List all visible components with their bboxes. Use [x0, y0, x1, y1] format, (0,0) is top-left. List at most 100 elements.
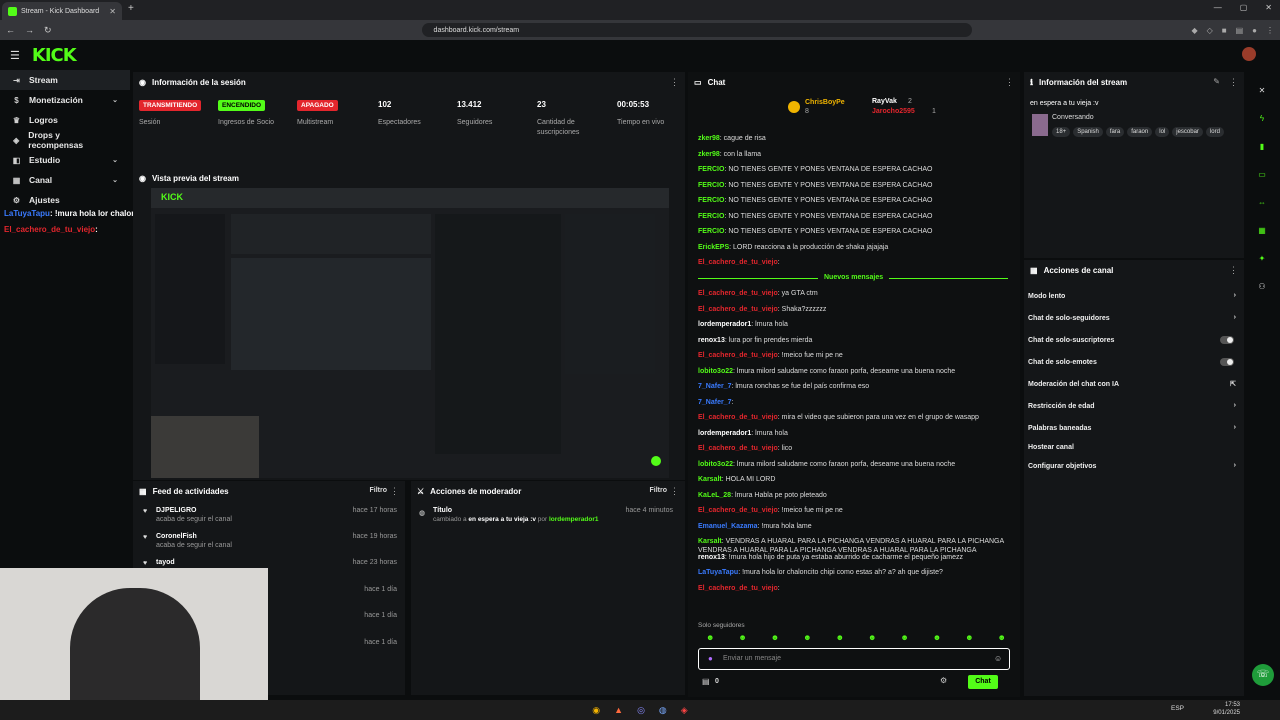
- brave-icon[interactable]: ▲: [614, 705, 623, 715]
- channel-action-row[interactable]: Restricción de edad ›: [1028, 402, 1240, 410]
- help-button[interactable]: ☏: [1252, 664, 1274, 686]
- hamburger-menu-icon[interactable]: ☰: [10, 49, 20, 62]
- rail-link-icon[interactable]: ⚇: [1253, 278, 1271, 296]
- back-icon[interactable]: ←: [6, 25, 15, 35]
- rail-arrows-icon[interactable]: ⇔: [1253, 194, 1271, 212]
- url-field[interactable]: dashboard.kick.com/stream: [421, 23, 972, 37]
- stream-tag[interactable]: faraon: [1127, 127, 1153, 137]
- channel-action-row[interactable]: Modo lento ›: [1028, 292, 1240, 300]
- chat-username[interactable]: FERCIO: [698, 197, 724, 204]
- chat-username[interactable]: KaLeL_28: [698, 492, 731, 499]
- steam-icon[interactable]: ◍: [659, 705, 667, 716]
- gifter-1[interactable]: ChrisBoyPe: [805, 99, 845, 106]
- chat-username[interactable]: El_cachero_de_tu_viejo: [698, 507, 778, 514]
- user-avatar[interactable]: [1242, 47, 1256, 61]
- close-tab-icon[interactable]: ✕: [109, 7, 116, 16]
- chat-message-input[interactable]: Enviar un mensaje: [698, 648, 1010, 670]
- chat-username[interactable]: Karsalt: [698, 538, 722, 545]
- emote-icon[interactable]: ☻: [933, 633, 941, 643]
- gifter-2[interactable]: RayVak: [872, 98, 897, 105]
- emote-icon[interactable]: ☻: [706, 633, 714, 643]
- extension-icon[interactable]: ◆: [1191, 26, 1197, 35]
- emote-icon[interactable]: ☻: [998, 633, 1006, 643]
- sidebar-item-0[interactable]: ⇥ Stream: [0, 70, 130, 90]
- sidebar-item-3[interactable]: ◈ Drops y recompensas: [0, 130, 130, 150]
- emote-icon[interactable]: ☻: [965, 633, 973, 643]
- chat-username[interactable]: renox13: [698, 554, 725, 561]
- close-window-button[interactable]: ✕: [1265, 3, 1272, 12]
- more-options-icon[interactable]: ⋮: [1229, 265, 1238, 276]
- chrome-icon[interactable]: ◉: [592, 705, 600, 716]
- stream-tag[interactable]: jescobar: [1172, 127, 1203, 137]
- chat-username[interactable]: FERCIO: [698, 228, 724, 235]
- rail-grid-icon[interactable]: ▦: [1253, 222, 1271, 240]
- more-options-icon[interactable]: ⋮: [670, 486, 679, 497]
- more-options-icon[interactable]: ⋮: [390, 486, 399, 497]
- sidebar-icon[interactable]: ▤: [1236, 26, 1244, 35]
- maximize-button[interactable]: ▢: [1240, 3, 1248, 12]
- menu-icon[interactable]: ⋮: [1266, 26, 1274, 35]
- chat-username[interactable]: lobito3o22: [698, 368, 733, 375]
- new-tab-button[interactable]: +: [128, 3, 134, 14]
- stream-tag[interactable]: lord: [1205, 127, 1224, 137]
- emote-icon[interactable]: ☻: [836, 633, 844, 643]
- chat-username[interactable]: El_cachero_de_tu_viejo: [698, 306, 778, 313]
- extension-icon[interactable]: ◇: [1207, 26, 1213, 35]
- filter-button[interactable]: Filtro: [370, 487, 388, 494]
- toggle-switch[interactable]: [1220, 336, 1234, 344]
- channel-action-row[interactable]: Chat de solo-emotes: [1028, 358, 1240, 366]
- chat-username[interactable]: El_cachero_de_tu_viejo: [698, 585, 778, 592]
- emote-icon[interactable]: ☻: [900, 633, 908, 643]
- channel-action-row[interactable]: Palabras baneadas ›: [1028, 424, 1240, 432]
- stream-tag[interactable]: 18+: [1052, 127, 1071, 137]
- chat-username[interactable]: lordemperador1: [698, 430, 751, 437]
- sidebar-item-2[interactable]: ♛ Logros: [0, 110, 130, 130]
- chat-username[interactable]: 7_Nafer_7: [698, 399, 731, 406]
- chat-username[interactable]: El_cachero_de_tu_viejo: [698, 290, 778, 297]
- channel-action-row[interactable]: Chat de solo-suscriptores: [1028, 336, 1240, 344]
- discord-icon[interactable]: ◎: [637, 705, 645, 716]
- chat-username[interactable]: FERCIO: [698, 182, 724, 189]
- channel-action-row[interactable]: Hostear canal: [1028, 444, 1240, 451]
- reload-icon[interactable]: ↻: [44, 25, 52, 36]
- chat-username[interactable]: lordemperador1: [698, 321, 751, 328]
- edit-icon[interactable]: ✎: [1213, 77, 1220, 86]
- chat-username[interactable]: Emanuel_Kazama: [698, 523, 758, 530]
- rail-chat-icon[interactable]: ▭: [1253, 166, 1271, 184]
- stream-preview-video[interactable]: KICK: [151, 188, 669, 478]
- sidebar-item-5[interactable]: ▦ Canal ⌄: [0, 170, 130, 190]
- emoji-icon[interactable]: ☺: [994, 654, 1002, 663]
- rail-book-icon[interactable]: ▮: [1253, 138, 1271, 156]
- emote-icon[interactable]: ☻: [771, 633, 779, 643]
- chat-username[interactable]: Karsalt: [698, 476, 722, 483]
- chat-send-button[interactable]: Chat: [968, 675, 998, 689]
- browser-tab[interactable]: Stream - Kick Dashboard ✕: [2, 2, 122, 20]
- chat-username[interactable]: El_cachero_de_tu_viejo: [698, 445, 778, 452]
- chat-username[interactable]: ErickEPS: [698, 244, 729, 251]
- extension-icon[interactable]: ■: [1222, 26, 1227, 35]
- chat-username[interactable]: renox13: [698, 337, 725, 344]
- kick-logo[interactable]: KICK: [32, 45, 77, 66]
- stream-tag[interactable]: Spanish: [1073, 127, 1103, 137]
- chat-username[interactable]: El_cachero_de_tu_viejo: [698, 352, 778, 359]
- more-options-icon[interactable]: ⋮: [670, 77, 679, 88]
- chat-username[interactable]: El_cachero_de_tu_viejo: [698, 414, 778, 421]
- rail-close-icon[interactable]: ✕: [1253, 82, 1271, 100]
- profile-icon[interactable]: ●: [1252, 26, 1257, 35]
- more-options-icon[interactable]: ⋮: [1005, 77, 1014, 88]
- sidebar-item-1[interactable]: $ Monetización ⌄: [0, 90, 130, 110]
- channel-action-row[interactable]: Moderación del chat con IA ⇱: [1028, 381, 1240, 388]
- emote-icon[interactable]: ☻: [868, 633, 876, 643]
- chat-username[interactable]: FERCIO: [698, 213, 724, 220]
- stream-tag[interactable]: lol: [1155, 127, 1170, 137]
- gifter-3[interactable]: Jarocho2595: [872, 108, 915, 115]
- chat-username[interactable]: LaTuyaTapu: [698, 569, 738, 576]
- channel-action-row[interactable]: Chat de solo-seguidores ›: [1028, 314, 1240, 322]
- chat-username[interactable]: El_cachero_de_tu_viejo: [698, 259, 778, 266]
- rail-lightning-icon[interactable]: ϟ: [1253, 110, 1271, 128]
- chat-username[interactable]: zker98: [698, 135, 720, 142]
- channel-action-row[interactable]: Configurar objetivos ›: [1028, 462, 1240, 470]
- chat-username[interactable]: 7_Nafer_7: [698, 383, 731, 390]
- more-options-icon[interactable]: ⋮: [1229, 77, 1238, 88]
- chat-settings-icon[interactable]: ⚙: [940, 676, 947, 685]
